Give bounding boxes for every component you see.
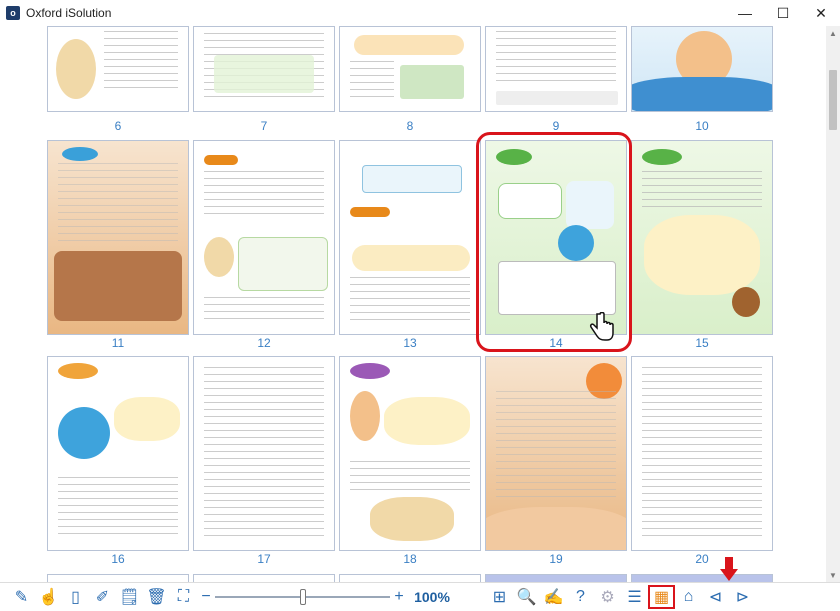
window-controls: — ☐ ✕ [726,0,840,26]
page-thumbnail[interactable] [193,574,335,582]
page-number: 20 [695,552,709,566]
page-thumbnail[interactable] [631,26,773,112]
page-thumbnail[interactable] [47,356,189,551]
page-thumbnail[interactable] [485,26,627,112]
page-thumbnail[interactable] [339,26,481,112]
minimize-button[interactable]: — [726,0,764,26]
pen-tool-icon[interactable]: ✎ [8,585,35,609]
page-number: 11 [111,336,125,350]
hand-tool-icon[interactable]: ☝ [35,585,62,609]
settings-icon[interactable]: ⚙ [594,585,621,609]
single-page-view-icon[interactable]: ▯ [62,585,89,609]
zoom-slider-handle[interactable] [300,589,306,605]
page-thumbnail[interactable] [47,574,189,582]
bottom-toolbar: ✎ ☝ ▯ ✐ 🗒 🗑 ⛶ − + 100% ⊞ 🔍 ✍ ? ⚙ ☰ ▦ ⌂ ⊲… [0,582,840,611]
page-thumbnail[interactable] [631,356,773,551]
zoom-out-button[interactable]: − [197,588,215,606]
page-thumbnail[interactable] [485,574,627,582]
app-window: o Oxford iSolution — ☐ ✕ 6 7 8 9 10 11 1… [0,0,840,611]
scroll-down-icon[interactable]: ▼ [826,568,840,582]
page-number: 19 [549,552,563,566]
help-button[interactable]: ? [567,585,594,609]
app-logo-icon: o [6,6,20,20]
home-icon[interactable]: ⌂ [675,585,702,609]
page-number: 7 [260,119,268,133]
screen-capture-icon[interactable]: ⛶ [170,585,197,609]
red-arrow-indicator-icon [720,557,738,581]
page-number: 16 [111,552,125,566]
zoom-in-button[interactable]: + [390,588,408,606]
page-number: 13 [403,336,417,350]
window-title: Oxford iSolution [26,6,112,20]
page-thumbnail[interactable] [485,356,627,551]
page-thumbnail[interactable] [193,356,335,551]
scroll-up-icon[interactable]: ▲ [826,26,840,40]
previous-page-icon[interactable]: ⊲ [702,585,729,609]
page-number: 15 [695,336,709,350]
page-number: 12 [257,336,271,350]
page-number: 17 [257,552,271,566]
list-view-icon[interactable]: ☰ [621,585,648,609]
search-icon[interactable]: 🔍 [513,585,540,609]
page-thumbnail[interactable] [339,574,481,582]
highlighter-icon[interactable]: ✐ [89,585,116,609]
next-page-icon[interactable]: ⊳ [729,585,756,609]
trash-icon[interactable]: 🗑 [143,585,170,609]
page-thumbnail[interactable] [339,140,481,335]
title-bar: o Oxford iSolution — ☐ ✕ [0,0,840,26]
page-number: 6 [114,119,122,133]
page-thumbnail[interactable] [193,26,335,112]
close-button[interactable]: ✕ [802,0,840,26]
thumbnail-grid-view[interactable]: 6 7 8 9 10 11 12 13 14 15 16 17 18 19 20 [0,26,826,582]
zoom-slider[interactable] [215,585,390,609]
page-thumbnail[interactable] [47,140,189,335]
page-thumbnail[interactable] [47,26,189,112]
edit-document-icon[interactable]: ✍ [540,585,567,609]
grid-view-button[interactable]: ▦ [648,585,675,609]
page-number: 10 [695,119,709,133]
page-thumbnail[interactable] [631,574,773,582]
network-icon[interactable]: ⊞ [486,585,513,609]
sticky-note-icon[interactable]: 🗒 [116,585,143,609]
page-number: 9 [552,119,560,133]
zoom-level: 100% [414,589,450,605]
page-number: 18 [403,552,417,566]
page-thumbnail[interactable] [631,140,773,335]
hand-pointer-icon [589,311,617,344]
page-thumbnail[interactable] [193,140,335,335]
page-number: 8 [406,119,414,133]
vertical-scrollbar[interactable]: ▲ ▼ [826,26,840,582]
maximize-button[interactable]: ☐ [764,0,802,26]
page-thumbnail[interactable] [339,356,481,551]
scroll-thumb[interactable] [829,70,837,130]
